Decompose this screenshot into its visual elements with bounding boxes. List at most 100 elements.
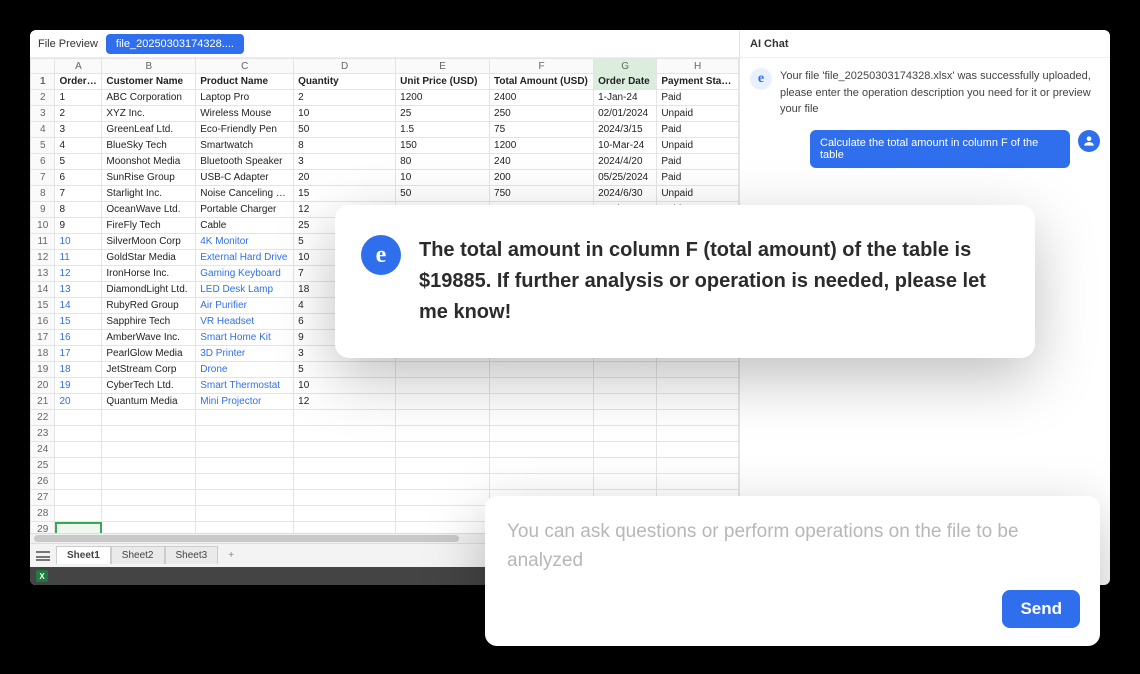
cell[interactable]: Eco-Friendly Pen [196,122,294,138]
cell[interactable]: 17 [55,346,102,362]
row-number[interactable]: 1 [31,74,55,90]
cell[interactable] [55,490,102,506]
cell[interactable]: ABC Corporation [102,90,196,106]
cell[interactable]: RubyRed Group [102,298,196,314]
cell[interactable] [657,394,739,410]
cell[interactable] [657,426,739,442]
cell[interactable]: SunRise Group [102,170,196,186]
cell[interactable] [102,522,196,534]
cell[interactable]: 50 [294,122,396,138]
cell[interactable]: Quantum Media [102,394,196,410]
cell[interactable]: Sapphire Tech [102,314,196,330]
cell[interactable] [396,458,490,474]
cell[interactable]: Unpaid [657,106,739,122]
row-number[interactable]: 10 [31,218,55,234]
cell[interactable]: Mini Projector [196,394,294,410]
row-number[interactable]: 19 [31,362,55,378]
cell[interactable]: 10-Mar-24 [594,138,657,154]
cell[interactable] [594,442,657,458]
send-button[interactable]: Send [1002,590,1080,628]
cell[interactable] [102,506,196,522]
cell[interactable]: 10 [396,170,490,186]
cell[interactable] [55,522,102,534]
row-number[interactable]: 27 [31,490,55,506]
column-header[interactable]: D [294,59,396,74]
cell[interactable]: 11 [55,250,102,266]
cell[interactable] [102,490,196,506]
cell[interactable] [102,426,196,442]
header-cell[interactable]: Quantity [294,74,396,90]
row-number[interactable]: 21 [31,394,55,410]
cell[interactable] [196,426,294,442]
row-number[interactable]: 16 [31,314,55,330]
cell[interactable]: Smart Home Kit [196,330,294,346]
cell[interactable] [594,394,657,410]
cell[interactable]: Paid [657,154,739,170]
cell[interactable]: Paid [657,90,739,106]
cell[interactable]: Portable Charger [196,202,294,218]
cell[interactable] [490,394,594,410]
cell[interactable] [396,378,490,394]
cell[interactable] [396,394,490,410]
cell[interactable] [490,378,594,394]
row-number[interactable]: 9 [31,202,55,218]
cell[interactable]: 3 [294,154,396,170]
column-header[interactable]: C [196,59,294,74]
cell[interactable] [396,506,490,522]
cell[interactable] [55,410,102,426]
cell[interactable]: 9 [55,218,102,234]
chat-input[interactable]: You can ask questions or perform operati… [507,518,1080,590]
cell[interactable] [196,458,294,474]
column-header[interactable]: A [55,59,102,74]
row-number[interactable]: 2 [31,90,55,106]
cell[interactable] [55,442,102,458]
cell[interactable]: PearlGlow Media [102,346,196,362]
column-header[interactable]: H [657,59,739,74]
cell[interactable]: 05/25/2024 [594,170,657,186]
cell[interactable]: 240 [490,154,594,170]
row-number[interactable]: 26 [31,474,55,490]
cell[interactable] [396,410,490,426]
select-all-cell[interactable] [31,59,55,74]
cell[interactable]: 5 [55,154,102,170]
cell[interactable]: External Hard Drive [196,250,294,266]
cell[interactable]: OceanWave Ltd. [102,202,196,218]
cell[interactable]: 8 [55,202,102,218]
cell[interactable]: 1-Jan-24 [594,90,657,106]
cell[interactable]: 5 [294,362,396,378]
cell[interactable]: 3D Printer [196,346,294,362]
header-cell[interactable]: Order ID [55,74,102,90]
file-name-pill[interactable]: file_20250303174328.... [106,34,244,54]
cell[interactable]: 2 [55,106,102,122]
cell[interactable] [102,410,196,426]
cell[interactable]: 02/01/2024 [594,106,657,122]
cell[interactable] [294,474,396,490]
add-sheet-button[interactable]: + [218,547,244,564]
cell[interactable] [55,458,102,474]
row-number[interactable]: 7 [31,170,55,186]
cell[interactable]: 3 [55,122,102,138]
cell[interactable]: 7 [55,186,102,202]
cell[interactable]: 1 [55,90,102,106]
row-number[interactable]: 8 [31,186,55,202]
cell[interactable] [657,410,739,426]
row-number[interactable]: 6 [31,154,55,170]
cell[interactable]: Starlight Inc. [102,186,196,202]
cell[interactable]: 6 [55,170,102,186]
cell[interactable]: Laptop Pro [196,90,294,106]
row-number[interactable]: 5 [31,138,55,154]
cell[interactable] [594,378,657,394]
cell[interactable] [594,458,657,474]
sheets-menu-icon[interactable] [36,551,50,561]
cell[interactable] [657,442,739,458]
cell[interactable]: Air Purifier [196,298,294,314]
row-number[interactable]: 13 [31,266,55,282]
cell[interactable]: 80 [396,154,490,170]
cell[interactable]: Smart Thermostat [196,378,294,394]
cell[interactable]: Paid [657,170,739,186]
cell[interactable] [196,442,294,458]
cell[interactable]: JetStream Corp [102,362,196,378]
cell[interactable]: 1200 [490,138,594,154]
cell[interactable]: Unpaid [657,186,739,202]
column-header[interactable]: E [396,59,490,74]
